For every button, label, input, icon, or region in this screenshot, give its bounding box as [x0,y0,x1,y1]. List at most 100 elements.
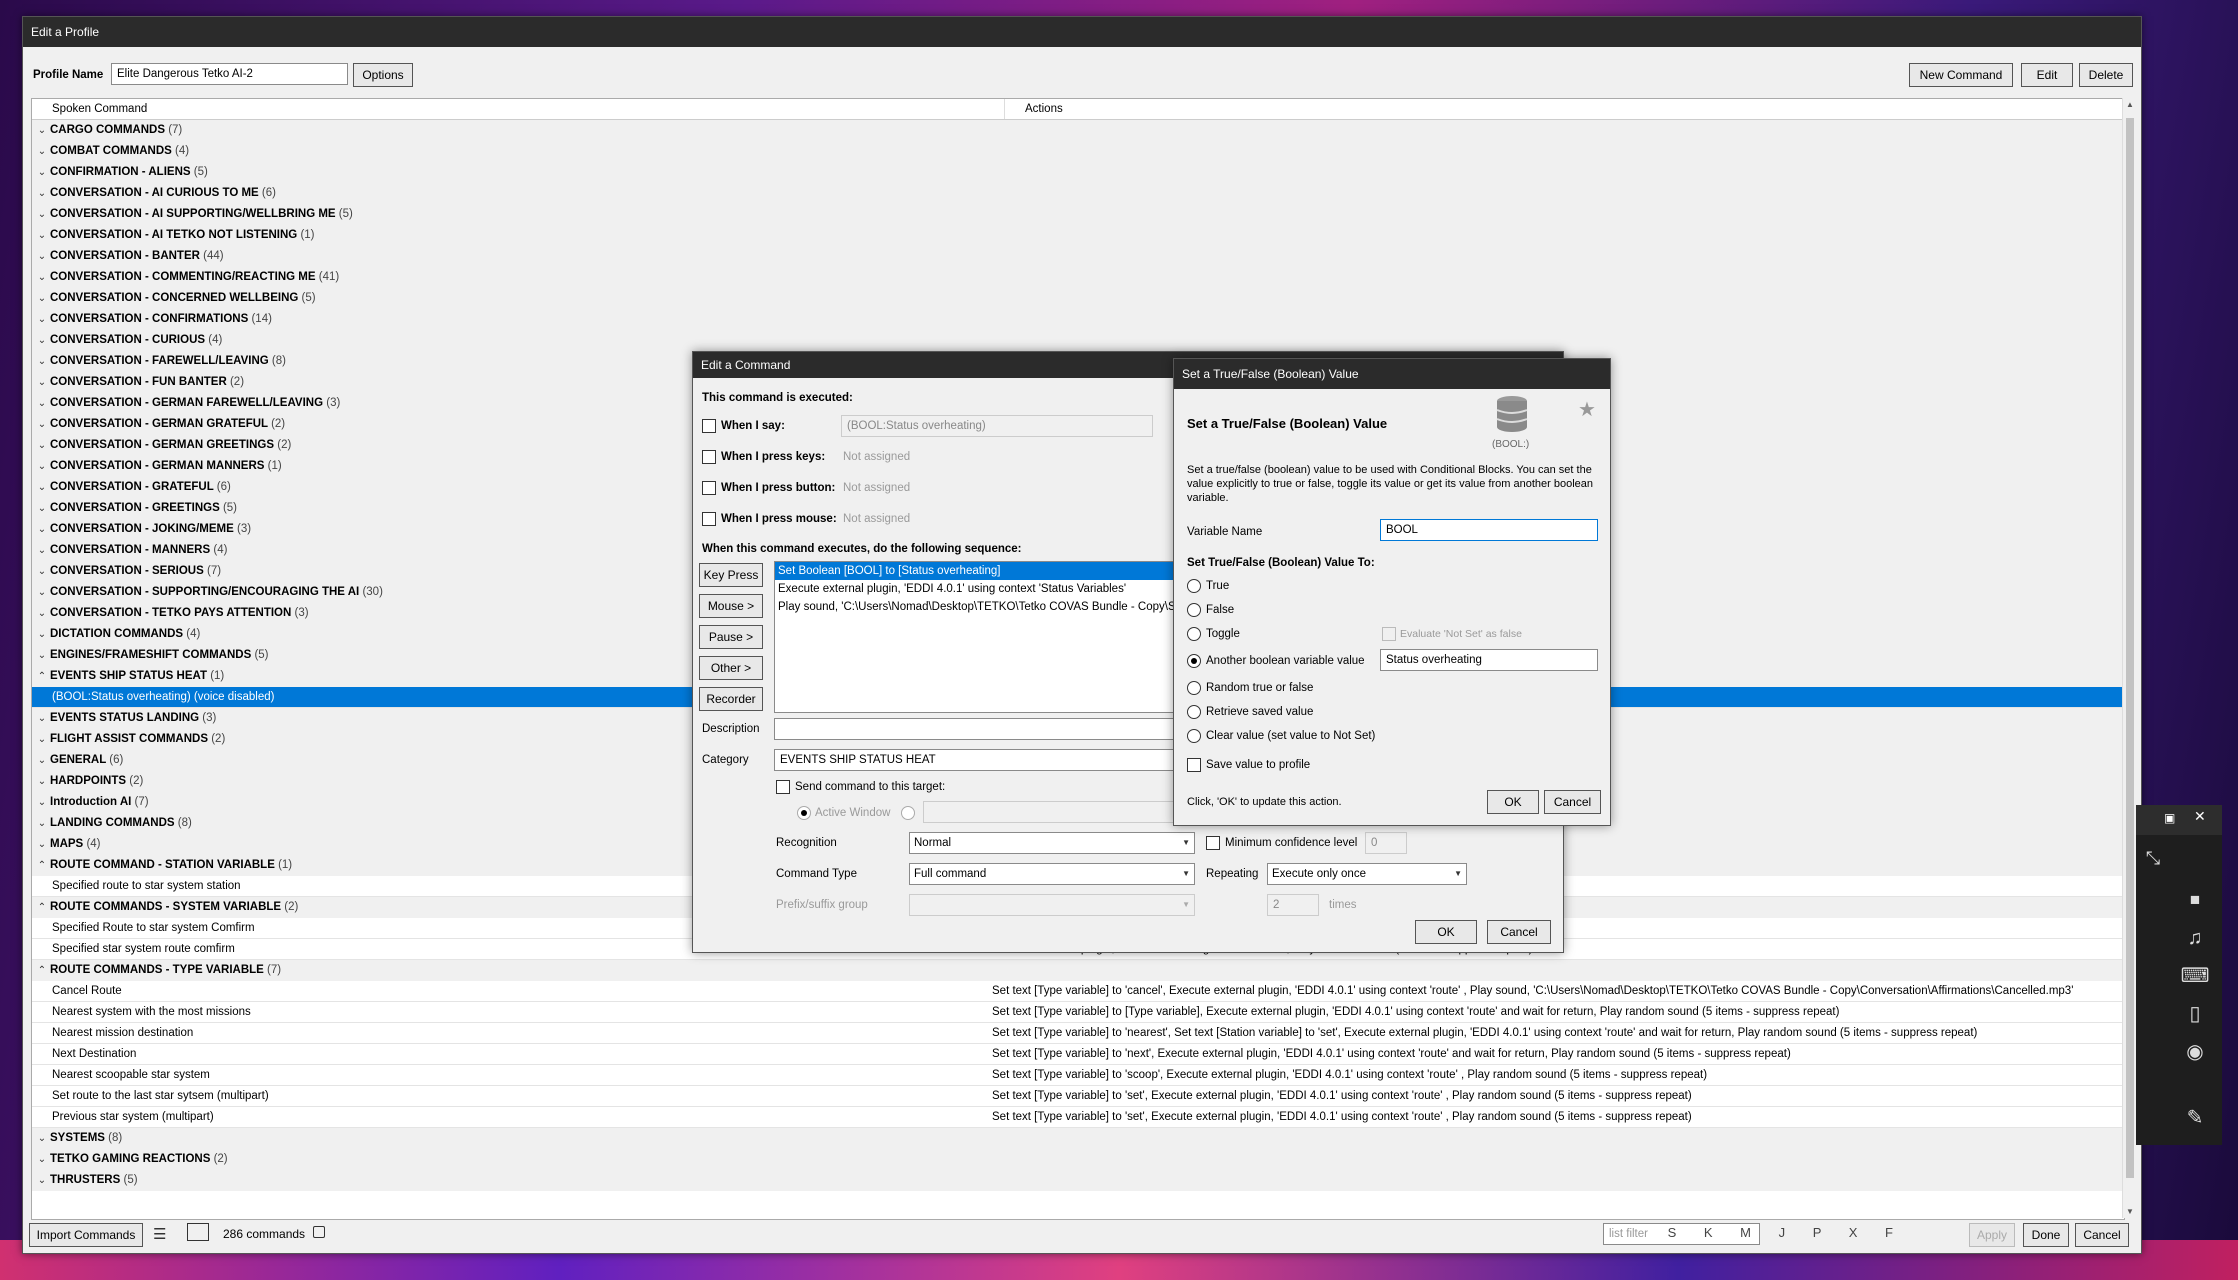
chevron-down-icon[interactable]: ⌄ [36,141,48,162]
recorder-button[interactable]: Recorder [699,687,763,711]
chevron-down-icon[interactable]: ⌄ [36,624,48,645]
wrench-icon[interactable]: ✎ [2180,1103,2210,1133]
command-row[interactable]: Nearest mission destination Set text [Typ… [32,1023,2124,1044]
chevron-down-icon[interactable]: ⌄ [36,225,48,246]
chevron-down-icon[interactable]: ⌄ [36,645,48,666]
when-say-input[interactable]: (BOOL:Status overheating) [841,415,1153,437]
prefix-suffix-select[interactable]: ▼ [909,894,1195,916]
chevron-down-icon[interactable]: ⌄ [36,246,48,267]
command-row[interactable]: Next Destination Set text [Type variable]… [32,1044,2124,1065]
profile-name-input[interactable]: Elite Dangerous Tetko AI-2 [111,63,348,85]
command-group-row[interactable]: ⌄ CONVERSATION - CONCERNED WELLBEING (5) [32,288,2124,309]
recognition-select[interactable]: Normal ▼ [909,832,1195,854]
chevron-down-icon[interactable]: ⌄ [36,729,48,750]
chevron-down-icon[interactable]: ⌄ [36,162,48,183]
options-button[interactable]: Options [353,63,413,87]
bool-ok-button[interactable]: OK [1487,790,1539,814]
done-button[interactable]: Done [2023,1223,2069,1247]
another-variable-input[interactable]: Status overheating [1380,649,1598,671]
min-confidence-checkbox[interactable] [1206,836,1220,850]
window-view-icon[interactable] [187,1223,209,1241]
send-target-checkbox[interactable] [776,780,790,794]
gamepad-icon[interactable]: ◉ [2180,1037,2210,1067]
chevron-down-icon[interactable]: ⌄ [36,792,48,813]
command-group-row[interactable]: ⌄ CARGO COMMANDS (7) [32,120,2124,141]
chevron-down-icon[interactable]: ⌄ [36,393,48,414]
random-radio[interactable] [1187,681,1201,695]
chevron-down-icon[interactable]: ⌄ [36,120,48,141]
command-group-row[interactable]: ⌄ CONVERSATION - CONFIRMATIONS (14) [32,309,2124,330]
command-group-row[interactable]: ⌄ CONFIRMATION - ALIENS (5) [32,162,2124,183]
maximize-icon[interactable]: ▣ [2164,811,2175,825]
scroll-up-icon[interactable]: ▲ [2123,100,2137,109]
false-radio[interactable] [1187,603,1201,617]
when-keys-checkbox[interactable] [702,450,716,464]
command-group-row[interactable]: ⌄ CONVERSATION - AI CURIOUS TO ME (6) [32,183,2124,204]
import-commands-button[interactable]: Import Commands [29,1223,143,1247]
when-button-checkbox[interactable] [702,481,716,495]
actions-column-header[interactable]: Actions [1005,99,1063,119]
collapse-icon[interactable]: ⤡ [2138,843,2168,873]
when-mouse-checkbox[interactable] [702,512,716,526]
keyboard-icon[interactable]: ⌨ [2180,961,2210,991]
close-icon[interactable]: ✕ [2194,808,2206,825]
chevron-down-icon[interactable]: ⌄ [36,435,48,456]
chevron-down-icon[interactable]: ⌄ [36,477,48,498]
edit-button[interactable]: Edit [2021,63,2073,87]
command-group-row[interactable]: ⌄ TETKO GAMING REACTIONS (2) [32,1149,2124,1170]
chevron-down-icon[interactable]: ⌄ [36,750,48,771]
chevron-down-icon[interactable]: ⌄ [36,1128,48,1149]
chevron-down-icon[interactable]: ⌄ [36,561,48,582]
pause-button[interactable]: Pause > [699,625,763,649]
vertical-scrollbar[interactable]: ▲ ▼ [2122,98,2137,1218]
chevron-down-icon[interactable]: ⌄ [36,456,48,477]
save-to-profile-checkbox[interactable] [1187,758,1201,772]
command-row[interactable]: Previous star system (multipart) Set text… [32,1107,2124,1128]
edit-command-cancel-button[interactable]: Cancel [1487,920,1551,944]
chevron-down-icon[interactable]: ⌄ [36,603,48,624]
scroll-down-icon[interactable]: ▼ [2123,1207,2137,1216]
command-row[interactable]: Set route to the last star sytsem (multi… [32,1086,2124,1107]
active-window-radio[interactable] [797,806,811,820]
true-radio[interactable] [1187,579,1201,593]
command-row[interactable]: Cancel Route Set text [Type variable] to … [32,981,2124,1002]
toggle-radio[interactable] [1187,627,1201,641]
chevron-down-icon[interactable]: ⌄ [36,183,48,204]
chevron-up-icon[interactable]: ⌃ [36,855,48,876]
spoken-command-column-header[interactable]: Spoken Command [32,99,1005,119]
headphones-icon[interactable]: ♫ [2180,923,2210,953]
chevron-down-icon[interactable]: ⌄ [36,330,48,351]
stop-icon[interactable]: ⏹ [2180,885,2210,915]
list-view-icon[interactable]: ☰ [153,1225,166,1243]
chevron-down-icon[interactable]: ⌄ [36,582,48,603]
chevron-down-icon[interactable]: ⌄ [36,771,48,792]
chevron-down-icon[interactable]: ⌄ [36,204,48,225]
cancel-button[interactable]: Cancel [2075,1223,2129,1247]
clear-radio[interactable] [1187,729,1201,743]
command-group-row[interactable]: ⌄ CONVERSATION - CURIOUS (4) [32,330,2124,351]
when-say-checkbox[interactable] [702,419,716,433]
command-group-row[interactable]: ⌄ CONVERSATION - AI SUPPORTING/WELLBRING … [32,204,2124,225]
command-group-row[interactable]: ⌄ SYSTEMS (8) [32,1128,2124,1149]
chevron-up-icon[interactable]: ⌃ [36,897,48,918]
retrieve-radio[interactable] [1187,705,1201,719]
chevron-down-icon[interactable]: ⌄ [36,372,48,393]
filter-letters[interactable]: S K M J P X F [1668,1225,1905,1240]
command-row[interactable]: Nearest system with the most missions Set… [32,1002,2124,1023]
mouse-button[interactable]: Mouse > [699,594,763,618]
other-target-radio[interactable] [901,806,915,820]
mouse-icon[interactable]: ▯ [2180,999,2210,1029]
edit-command-ok-button[interactable]: OK [1415,920,1477,944]
chevron-down-icon[interactable]: ⌄ [36,1149,48,1170]
another-variable-radio[interactable] [1187,654,1201,668]
chevron-down-icon[interactable]: ⌄ [36,498,48,519]
scrollbar-thumb[interactable] [2126,118,2134,1178]
min-confidence-stepper[interactable]: 0 [1365,832,1407,854]
other-button[interactable]: Other > [699,656,763,680]
new-command-button[interactable]: New Command [1909,63,2013,87]
command-group-row[interactable]: ⌃ ROUTE COMMANDS - TYPE VARIABLE (7) [32,960,2124,981]
repeating-select[interactable]: Execute only once ▼ [1267,863,1467,885]
chevron-down-icon[interactable]: ⌄ [36,1170,48,1191]
apply-button[interactable]: Apply [1969,1223,2015,1247]
chevron-down-icon[interactable]: ⌄ [36,834,48,855]
